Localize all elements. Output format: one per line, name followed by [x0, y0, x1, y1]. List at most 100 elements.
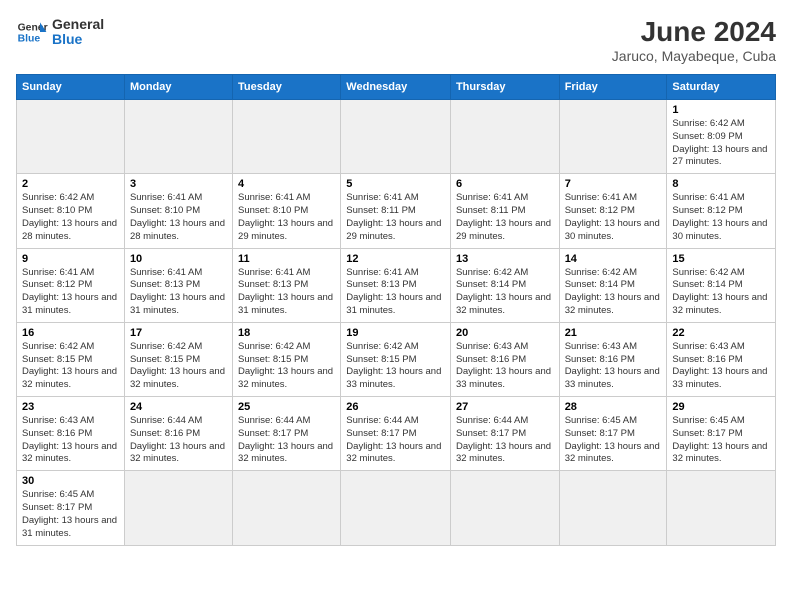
header: General Blue General Blue June 2024 Jaru… — [16, 16, 776, 64]
day-cell: 12 Sunrise: 6:41 AM Sunset: 8:13 PM Dayli… — [341, 248, 451, 322]
day-cell — [124, 100, 232, 174]
day-number: 16 — [22, 327, 119, 339]
day-info: Sunrise: 6:42 AM Sunset: 8:15 PM Dayligh… — [346, 341, 445, 392]
day-cell — [559, 100, 667, 174]
day-number: 11 — [238, 253, 335, 265]
day-info: Sunrise: 6:45 AM Sunset: 8:17 PM Dayligh… — [22, 489, 119, 540]
day-number: 13 — [456, 253, 554, 265]
header-day-tuesday: Tuesday — [233, 75, 341, 100]
svg-text:Blue: Blue — [18, 34, 41, 45]
calendar-subtitle: Jaruco, Mayabeque, Cuba — [612, 48, 776, 64]
logo: General Blue General Blue — [16, 16, 104, 48]
day-info: Sunrise: 6:42 AM Sunset: 8:14 PM Dayligh… — [672, 267, 770, 318]
header-day-monday: Monday — [124, 75, 232, 100]
day-cell: 25 Sunrise: 6:44 AM Sunset: 8:17 PM Dayli… — [233, 397, 341, 471]
day-number: 9 — [22, 253, 119, 265]
week-row-0: 1Sunrise: 6:42 AM Sunset: 8:09 PM Daylig… — [17, 100, 776, 174]
day-number: 25 — [238, 401, 335, 413]
day-cell: 18 Sunrise: 6:42 AM Sunset: 8:15 PM Dayli… — [233, 322, 341, 396]
day-number: 1 — [672, 104, 770, 116]
day-cell: 9 Sunrise: 6:41 AM Sunset: 8:12 PM Daylig… — [17, 248, 125, 322]
header-day-thursday: Thursday — [450, 75, 559, 100]
day-number: 28 — [565, 401, 662, 413]
day-number: 12 — [346, 253, 445, 265]
day-cell: 11 Sunrise: 6:41 AM Sunset: 8:13 PM Dayli… — [233, 248, 341, 322]
day-info: Sunrise: 6:44 AM Sunset: 8:17 PM Dayligh… — [238, 415, 335, 466]
day-info: Sunrise: 6:42 AM Sunset: 8:15 PM Dayligh… — [130, 341, 227, 392]
day-cell — [450, 100, 559, 174]
day-number: 17 — [130, 327, 227, 339]
day-number: 30 — [22, 475, 119, 487]
day-number: 18 — [238, 327, 335, 339]
day-cell: 4 Sunrise: 6:41 AM Sunset: 8:10 PM Daylig… — [233, 174, 341, 248]
day-info: Sunrise: 6:43 AM Sunset: 8:16 PM Dayligh… — [456, 341, 554, 392]
day-number: 26 — [346, 401, 445, 413]
day-info: Sunrise: 6:41 AM Sunset: 8:10 PM Dayligh… — [238, 192, 335, 243]
week-row-5: 30 Sunrise: 6:45 AM Sunset: 8:17 PM Dayli… — [17, 471, 776, 545]
day-number: 21 — [565, 327, 662, 339]
week-row-2: 9 Sunrise: 6:41 AM Sunset: 8:12 PM Daylig… — [17, 248, 776, 322]
day-cell: 21Sunrise: 6:43 AM Sunset: 8:16 PM Dayli… — [559, 322, 667, 396]
calendar-table: SundayMondayTuesdayWednesdayThursdayFrid… — [16, 74, 776, 546]
day-cell: 3Sunrise: 6:41 AM Sunset: 8:10 PM Daylig… — [124, 174, 232, 248]
day-cell: 15 Sunrise: 6:42 AM Sunset: 8:14 PM Dayli… — [667, 248, 776, 322]
day-number: 29 — [672, 401, 770, 413]
day-number: 15 — [672, 253, 770, 265]
day-cell: 29 Sunrise: 6:45 AM Sunset: 8:17 PM Dayli… — [667, 397, 776, 471]
day-cell — [17, 100, 125, 174]
day-cell: 2Sunrise: 6:42 AM Sunset: 8:10 PM Daylig… — [17, 174, 125, 248]
calendar-title: June 2024 — [612, 16, 776, 48]
day-info: Sunrise: 6:41 AM Sunset: 8:12 PM Dayligh… — [565, 192, 662, 243]
day-number: 23 — [22, 401, 119, 413]
day-info: Sunrise: 6:42 AM Sunset: 8:14 PM Dayligh… — [565, 267, 662, 318]
week-row-4: 23Sunrise: 6:43 AM Sunset: 8:16 PM Dayli… — [17, 397, 776, 471]
day-cell: 6Sunrise: 6:41 AM Sunset: 8:11 PM Daylig… — [450, 174, 559, 248]
day-info: Sunrise: 6:41 AM Sunset: 8:13 PM Dayligh… — [238, 267, 335, 318]
day-cell: 16 Sunrise: 6:42 AM Sunset: 8:15 PM Dayli… — [17, 322, 125, 396]
day-cell: 8 Sunrise: 6:41 AM Sunset: 8:12 PM Daylig… — [667, 174, 776, 248]
header-day-wednesday: Wednesday — [341, 75, 451, 100]
day-cell — [341, 471, 451, 545]
day-number: 20 — [456, 327, 554, 339]
day-info: Sunrise: 6:41 AM Sunset: 8:11 PM Dayligh… — [456, 192, 554, 243]
day-info: Sunrise: 6:45 AM Sunset: 8:17 PM Dayligh… — [565, 415, 662, 466]
day-number: 5 — [346, 178, 445, 190]
day-cell — [559, 471, 667, 545]
day-cell: 22 Sunrise: 6:43 AM Sunset: 8:16 PM Dayli… — [667, 322, 776, 396]
day-cell: 28 Sunrise: 6:45 AM Sunset: 8:17 PM Dayli… — [559, 397, 667, 471]
day-cell: 23Sunrise: 6:43 AM Sunset: 8:16 PM Dayli… — [17, 397, 125, 471]
day-cell: 7 Sunrise: 6:41 AM Sunset: 8:12 PM Daylig… — [559, 174, 667, 248]
day-cell: 1Sunrise: 6:42 AM Sunset: 8:09 PM Daylig… — [667, 100, 776, 174]
day-cell: 19 Sunrise: 6:42 AM Sunset: 8:15 PM Dayli… — [341, 322, 451, 396]
day-cell — [667, 471, 776, 545]
day-info: Sunrise: 6:41 AM Sunset: 8:10 PM Dayligh… — [130, 192, 227, 243]
day-info: Sunrise: 6:42 AM Sunset: 8:15 PM Dayligh… — [22, 341, 119, 392]
day-info: Sunrise: 6:44 AM Sunset: 8:17 PM Dayligh… — [346, 415, 445, 466]
logo-general: General — [52, 17, 104, 32]
day-number: 19 — [346, 327, 445, 339]
day-info: Sunrise: 6:41 AM Sunset: 8:12 PM Dayligh… — [22, 267, 119, 318]
day-number: 2 — [22, 178, 119, 190]
day-cell: 10Sunrise: 6:41 AM Sunset: 8:13 PM Dayli… — [124, 248, 232, 322]
day-info: Sunrise: 6:41 AM Sunset: 8:13 PM Dayligh… — [346, 267, 445, 318]
day-cell: 5 Sunrise: 6:41 AM Sunset: 8:11 PM Daylig… — [341, 174, 451, 248]
day-info: Sunrise: 6:41 AM Sunset: 8:11 PM Dayligh… — [346, 192, 445, 243]
day-info: Sunrise: 6:42 AM Sunset: 8:15 PM Dayligh… — [238, 341, 335, 392]
day-number: 4 — [238, 178, 335, 190]
day-info: Sunrise: 6:41 AM Sunset: 8:12 PM Dayligh… — [672, 192, 770, 243]
day-number: 27 — [456, 401, 554, 413]
day-number: 8 — [672, 178, 770, 190]
title-area: June 2024 Jaruco, Mayabeque, Cuba — [612, 16, 776, 64]
day-number: 7 — [565, 178, 662, 190]
day-info: Sunrise: 6:45 AM Sunset: 8:17 PM Dayligh… — [672, 415, 770, 466]
day-info: Sunrise: 6:43 AM Sunset: 8:16 PM Dayligh… — [672, 341, 770, 392]
day-cell — [450, 471, 559, 545]
header-row: SundayMondayTuesdayWednesdayThursdayFrid… — [17, 75, 776, 100]
week-row-1: 2Sunrise: 6:42 AM Sunset: 8:10 PM Daylig… — [17, 174, 776, 248]
day-cell: 24Sunrise: 6:44 AM Sunset: 8:16 PM Dayli… — [124, 397, 232, 471]
day-info: Sunrise: 6:44 AM Sunset: 8:16 PM Dayligh… — [130, 415, 227, 466]
day-info: Sunrise: 6:42 AM Sunset: 8:14 PM Dayligh… — [456, 267, 554, 318]
header-day-friday: Friday — [559, 75, 667, 100]
day-cell — [124, 471, 232, 545]
day-number: 22 — [672, 327, 770, 339]
